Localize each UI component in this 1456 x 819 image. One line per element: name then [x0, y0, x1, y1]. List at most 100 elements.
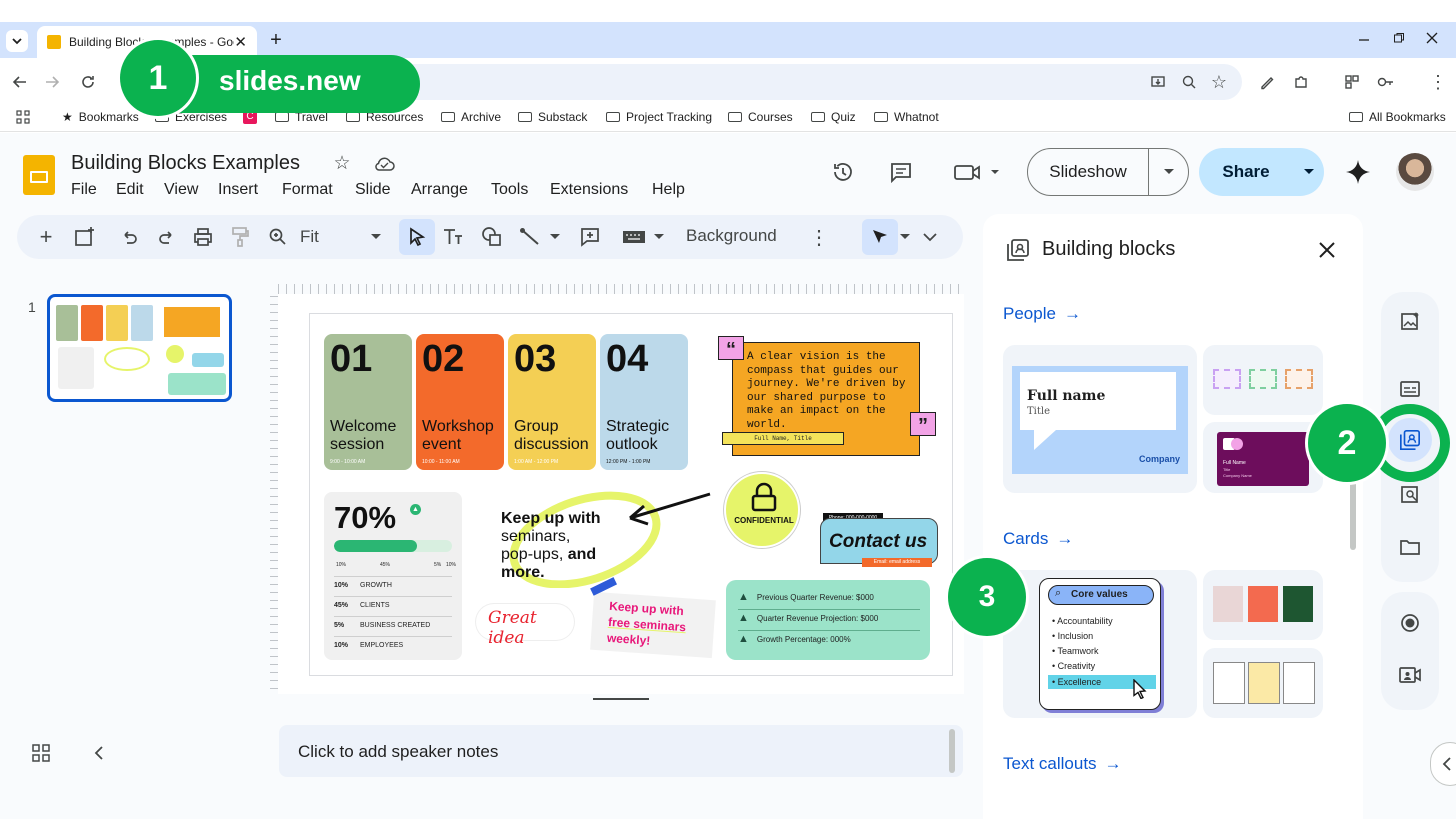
seminar-note[interactable]: Keep up with free seminars weekly!	[590, 577, 716, 659]
menu-insert[interactable]: Insert	[218, 181, 258, 199]
people-block-tile[interactable]	[1203, 345, 1323, 415]
people-block-tile[interactable]: Full name Title Company	[1003, 345, 1197, 493]
folder-icon[interactable]	[1399, 536, 1421, 558]
tab-search-icon[interactable]	[6, 30, 28, 52]
menu-extensions[interactable]: Extensions	[550, 181, 628, 199]
line-icon[interactable]	[518, 225, 542, 249]
agenda-card[interactable]: 04 Strategic outlook 12:00 PM - 1:00 PM	[600, 334, 688, 470]
zoom-icon[interactable]	[266, 225, 290, 249]
shape-icon[interactable]	[480, 225, 504, 249]
back-icon[interactable]	[10, 72, 30, 92]
new-tab-icon[interactable]: +	[266, 29, 286, 51]
select-tool[interactable]	[399, 219, 435, 255]
revenue-card[interactable]: ▲ Previous Quarter Revenue: $000 ▲ Quarter…	[726, 580, 930, 660]
cards-block-tile[interactable]	[1203, 648, 1323, 718]
menu-tools[interactable]: Tools	[491, 181, 528, 199]
bookmark-star-icon[interactable]: ☆	[1209, 72, 1229, 92]
menu-help[interactable]: Help	[652, 181, 685, 199]
chevron-down-icon[interactable]	[1149, 168, 1188, 176]
slides-logo-icon[interactable]	[23, 155, 55, 195]
pointer-mode-button[interactable]	[862, 219, 898, 255]
bookmark-item[interactable]: Archive	[441, 110, 501, 124]
new-slide-icon[interactable]: +	[34, 224, 58, 249]
add-comment-icon[interactable]	[578, 225, 602, 249]
chrome-menu-icon[interactable]: ⋮	[1428, 72, 1448, 92]
image-search-icon[interactable]	[1399, 484, 1421, 506]
keep-up-text[interactable]: Keep up with seminars, pop-ups, and more…	[501, 510, 601, 582]
share-button[interactable]: Share	[1199, 148, 1324, 196]
bookmark-item[interactable]: ★ Bookmarks	[62, 110, 139, 124]
avatar[interactable]	[1396, 153, 1434, 191]
section-link-cards[interactable]: Cards →	[1003, 529, 1073, 549]
extensions-icon[interactable]	[1291, 72, 1311, 92]
people-block-tile[interactable]: Full Name Title Company Name	[1203, 422, 1323, 493]
window-close-icon[interactable]	[1424, 30, 1440, 46]
print-icon[interactable]	[191, 225, 215, 249]
captions-icon[interactable]	[1399, 378, 1421, 400]
agenda-card[interactable]: 03 Group discussion 1:00 AM - 12:00 PM	[508, 334, 596, 470]
gemini-icon[interactable]	[1344, 158, 1372, 186]
qr-icon[interactable]	[1342, 72, 1362, 92]
menu-slide[interactable]: Slide	[355, 181, 391, 199]
record-icon[interactable]	[1399, 612, 1421, 634]
bookmark-item[interactable]: Quiz	[811, 110, 856, 124]
slide-canvas[interactable]: 01 Welcome session 9:00 - 10:00 AM 02 Wo…	[310, 314, 952, 675]
key-icon[interactable]	[1376, 72, 1396, 92]
collapse-toolbar-icon[interactable]	[922, 229, 938, 245]
minimize-icon[interactable]	[1356, 30, 1372, 46]
great-idea-sticker[interactable]: Great idea	[476, 604, 574, 648]
core-values-block-tile[interactable]: ⌕ Core values • Accountability • Inclusi…	[1003, 570, 1197, 718]
speaker-notes[interactable]: Click to add speaker notes	[279, 725, 963, 777]
paint-format-icon[interactable]	[228, 225, 252, 249]
collapse-filmstrip-icon[interactable]	[90, 744, 108, 762]
forward-icon[interactable]	[42, 72, 62, 92]
layout-add-icon[interactable]	[73, 225, 97, 249]
bookmark-item[interactable]: Project Tracking	[606, 110, 712, 124]
redo-icon[interactable]	[155, 225, 179, 249]
input-tools-icon[interactable]	[622, 225, 646, 249]
cards-block-tile[interactable]	[1203, 570, 1323, 640]
version-history-icon[interactable]	[829, 158, 857, 186]
chevron-down-icon[interactable]	[652, 231, 666, 243]
video-person-icon[interactable]	[1399, 664, 1421, 686]
apps-icon[interactable]	[16, 110, 30, 124]
resize-handle[interactable]	[593, 698, 649, 700]
reload-icon[interactable]	[78, 72, 98, 92]
agenda-card[interactable]: 01 Welcome session 9:00 - 10:00 AM	[324, 334, 412, 470]
menu-format[interactable]: Format	[282, 181, 333, 199]
agenda-card[interactable]: 02 Workshop event 10:00 - 11:00 AM	[416, 334, 504, 470]
bookmark-item[interactable]: Substack	[518, 110, 587, 124]
doc-title[interactable]: Building Blocks Examples	[71, 152, 300, 175]
cloud-saved-icon[interactable]	[372, 154, 396, 174]
grid-view-icon[interactable]	[31, 743, 51, 763]
more-options-icon[interactable]: ⋮	[807, 225, 831, 249]
undo-icon[interactable]	[117, 225, 141, 249]
notes-scrollbar[interactable]	[949, 729, 955, 773]
image-generate-icon[interactable]	[1399, 310, 1421, 332]
star-icon[interactable]: ☆	[332, 153, 352, 174]
bookmark-item[interactable]: Courses	[728, 110, 793, 124]
section-link-text-callouts[interactable]: Text callouts →	[1003, 754, 1122, 774]
menu-edit[interactable]: Edit	[116, 181, 144, 199]
comments-icon[interactable]	[887, 158, 915, 186]
section-link-people[interactable]: People →	[1003, 304, 1081, 324]
meet-icon[interactable]	[950, 158, 1000, 186]
menu-file[interactable]: File	[71, 181, 97, 199]
tab-close-icon[interactable]: ✕	[234, 33, 247, 51]
text-box-icon[interactable]	[441, 225, 465, 249]
stats-card[interactable]: 70% ▲ 10% 45% 5% 10% 10% GROWTH 45% CLIENT…	[324, 492, 462, 660]
install-app-icon[interactable]	[1148, 72, 1168, 92]
pen-icon[interactable]	[1257, 72, 1277, 92]
slideshow-button[interactable]: Slideshow	[1027, 148, 1189, 196]
menu-arrange[interactable]: Arrange	[411, 181, 468, 199]
bookmark-item[interactable]: Whatnot	[874, 110, 939, 124]
chevron-down-icon[interactable]	[548, 231, 562, 243]
panel-scrollbar[interactable]	[1350, 480, 1356, 550]
all-bookmarks[interactable]: All Bookmarks	[1349, 110, 1446, 124]
menu-view[interactable]: View	[164, 181, 198, 199]
chevron-down-icon[interactable]	[1293, 168, 1324, 176]
slide-thumbnail[interactable]	[47, 294, 232, 402]
zoom-icon[interactable]	[1179, 72, 1199, 92]
close-icon[interactable]	[1316, 239, 1338, 261]
background-button[interactable]: Background	[686, 226, 777, 246]
